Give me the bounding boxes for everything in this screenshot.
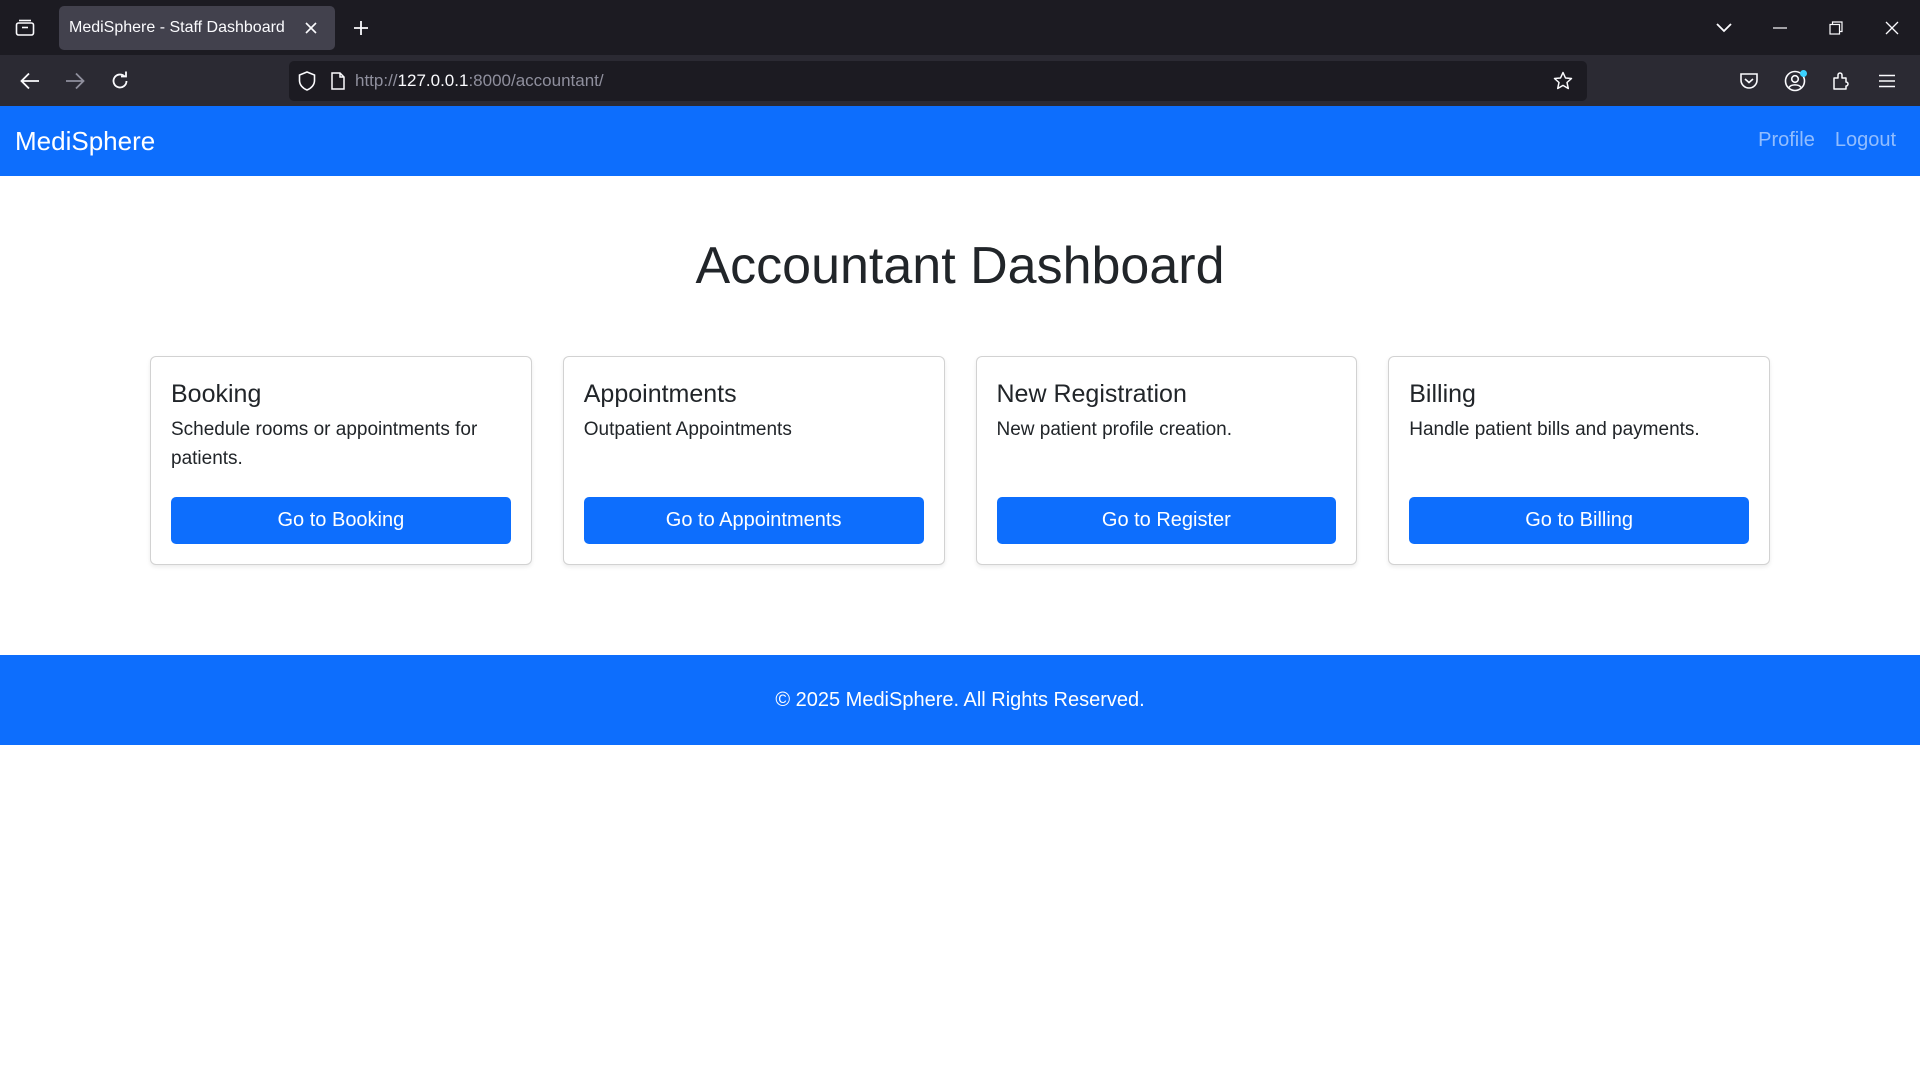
go-to-appointments-button[interactable]: Go to Appointments [583, 497, 924, 544]
tab-list-icon[interactable] [10, 14, 40, 42]
url-bar[interactable]: http://127.0.0.1:8000/accountant/ [289, 61, 1587, 101]
tab-title: MediSphere - Staff Dashboard [69, 19, 285, 36]
pocket-icon[interactable] [1726, 61, 1772, 101]
nav-link-logout[interactable]: Logout [1835, 129, 1896, 152]
nav-links: Profile Logout [1758, 129, 1896, 152]
dashboard-cards: Booking Schedule rooms or appointments f… [150, 356, 1770, 565]
card-title: Appointments [583, 380, 737, 408]
card-text: New patient profile creation. [996, 419, 1233, 440]
go-to-booking-button[interactable]: Go to Booking [171, 497, 511, 544]
site-footer: © 2025 MediSphere. All Rights Reserved. [0, 655, 1920, 745]
url-host: 127.0.0.1 [397, 71, 469, 90]
site-navbar: MediSphere Profile Logout [0, 106, 1920, 176]
shield-icon[interactable] [289, 61, 325, 101]
page-icon[interactable] [325, 61, 351, 101]
url-path: :8000/accountant/ [468, 71, 604, 90]
browser-toolbar: http://127.0.0.1:8000/accountant/ [0, 55, 1920, 106]
close-tab-icon[interactable] [299, 16, 323, 40]
active-tab[interactable]: MediSphere - Staff Dashboard [59, 6, 335, 50]
restore-icon[interactable] [1808, 0, 1864, 55]
forward-icon[interactable] [57, 63, 93, 99]
card-text: Schedule rooms or appointments for patie… [171, 419, 478, 470]
card-title: Booking [171, 380, 262, 408]
card-booking: Booking Schedule rooms or appointments f… [150, 356, 532, 565]
bookmark-star-icon[interactable] [1547, 65, 1579, 97]
card-billing: Billing Handle patient bills and payment… [1388, 356, 1770, 565]
card-text: Outpatient Appointments [583, 419, 792, 440]
nav-link-profile[interactable]: Profile [1758, 129, 1815, 152]
page-title: Accountant Dashboard [695, 237, 1225, 295]
close-window-icon[interactable] [1864, 0, 1920, 55]
card-appointments: Appointments Outpatient Appointments Go … [562, 356, 945, 565]
go-to-register-button[interactable]: Go to Register [996, 497, 1337, 544]
minimize-icon[interactable] [1752, 0, 1808, 55]
card-title: Billing [1409, 380, 1476, 408]
back-icon[interactable] [12, 63, 48, 99]
url-prefix: http:// [355, 71, 398, 90]
url-text[interactable]: http://127.0.0.1:8000/accountant/ [355, 71, 604, 91]
footer-copyright: © 2025 MediSphere. All Rights Reserved. [775, 688, 1145, 711]
reload-icon[interactable] [102, 63, 138, 99]
brand-logo[interactable]: MediSphere [15, 126, 155, 157]
card-title: New Registration [996, 380, 1187, 408]
list-all-tabs-icon[interactable] [1696, 0, 1752, 55]
new-tab-icon[interactable] [346, 14, 376, 42]
menu-icon[interactable] [1864, 61, 1910, 101]
account-icon[interactable] [1772, 61, 1818, 101]
card-new-registration: New Registration New patient profile cre… [975, 356, 1358, 565]
card-text: Handle patient bills and payments. [1409, 419, 1700, 440]
browser-tab-bar: MediSphere - Staff Dashboard [0, 0, 1920, 55]
notification-dot [1800, 69, 1807, 77]
go-to-billing-button[interactable]: Go to Billing [1409, 497, 1749, 544]
extensions-icon[interactable] [1818, 61, 1864, 101]
